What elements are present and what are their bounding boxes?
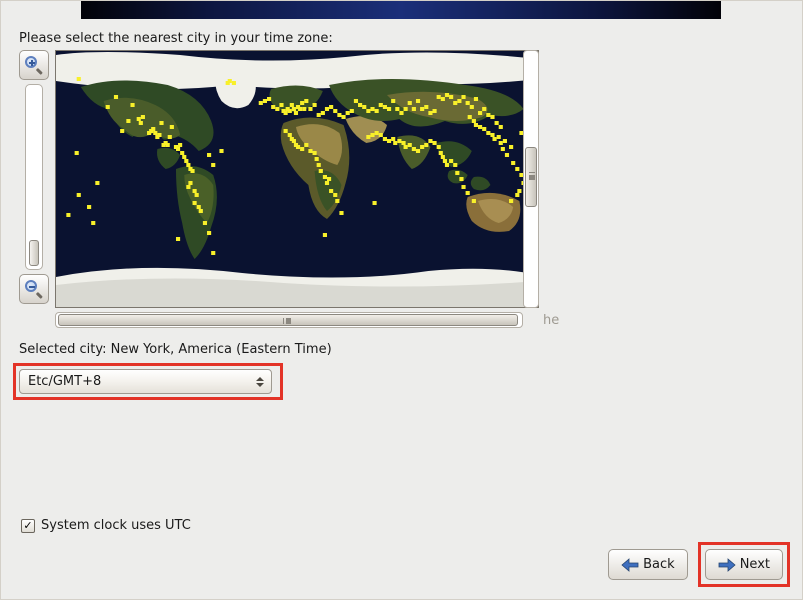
next-highlight: Next [698, 542, 790, 587]
navigation-buttons: Back Next [608, 542, 790, 587]
scrollbar-thumb[interactable] [525, 147, 537, 207]
world-map[interactable] [55, 50, 539, 308]
selected-city-label: Selected city: New York, America (Easter… [19, 342, 788, 357]
timezone-page: Please select the nearest city in your t… [1, 19, 802, 599]
utc-label: System clock uses UTC [41, 518, 191, 533]
timezone-value: Etc/GMT+8 [28, 374, 101, 389]
map-vertical-scrollbar[interactable] [523, 50, 539, 308]
back-label: Back [643, 557, 675, 572]
zoom-out-icon [25, 280, 43, 298]
header-banner [81, 1, 721, 19]
scrollbar-thumb[interactable] [58, 314, 518, 326]
utc-row: ✓ System clock uses UTC [21, 518, 191, 533]
map-area: he [19, 50, 539, 330]
timezone-combobox[interactable]: Etc/GMT+8 [19, 369, 272, 394]
zoom-out-button[interactable] [19, 274, 49, 304]
next-button[interactable]: Next [705, 549, 783, 580]
prompt-label: Please select the nearest city in your t… [19, 31, 788, 46]
timezone-highlight: Etc/GMT+8 [13, 363, 283, 400]
zoom-in-button[interactable] [19, 50, 49, 80]
combobox-arrows-icon [255, 377, 265, 387]
back-button[interactable]: Back [608, 549, 688, 580]
utc-checkbox[interactable]: ✓ [21, 519, 35, 533]
zoom-slider[interactable] [25, 84, 43, 270]
next-label: Next [740, 557, 770, 572]
world-map-canvas [56, 51, 538, 307]
ghost-text: he [543, 313, 559, 328]
arrow-right-icon [718, 558, 736, 572]
zoom-in-icon [25, 56, 43, 74]
map-horizontal-scrollbar[interactable] [55, 312, 523, 328]
zoom-slider-thumb[interactable] [29, 240, 39, 266]
arrow-left-icon [621, 558, 639, 572]
